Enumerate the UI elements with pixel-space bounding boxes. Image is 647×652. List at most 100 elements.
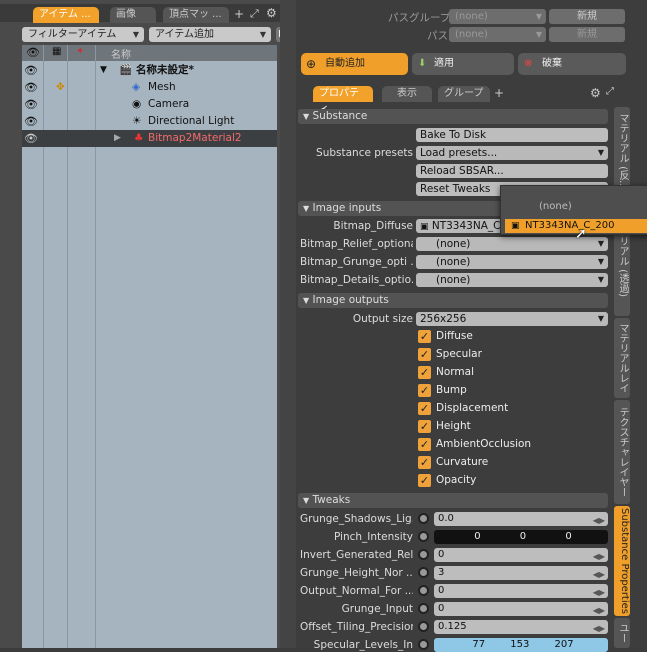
filter-items-combo[interactable]: フィルターアイテム ▼ <box>22 27 144 42</box>
gear-icon[interactable]: ⚙ <box>590 86 601 100</box>
animate-knob-icon[interactable] <box>418 549 429 560</box>
eye-icon[interactable]: 👁 <box>24 62 38 79</box>
tweak-row[interactable]: 0.125 ◀▶ <box>416 620 608 634</box>
pass-group-label: パスグループ <box>388 12 451 24</box>
tweak-row[interactable]: 3 ◀▶ <box>416 566 608 580</box>
panel-divider[interactable] <box>280 0 296 648</box>
add-tab-icon[interactable]: + <box>234 7 244 21</box>
substance-section-header[interactable]: ▼ Substance <box>298 109 608 124</box>
gear-icon[interactable]: ⚙ <box>266 6 277 20</box>
specular-checkbox[interactable]: ✓ <box>418 348 431 361</box>
tweak-value-field[interactable]: 77 153 207 <box>434 638 608 652</box>
animate-knob-icon[interactable] <box>418 531 429 542</box>
pass-select[interactable]: (none) ▼ <box>449 27 546 42</box>
auto-add-button[interactable]: ⊕ 自動追加 <box>301 53 408 75</box>
discard-button[interactable]: ⊗ 破棄 <box>518 53 626 75</box>
bump-checkbox[interactable]: ✓ <box>418 384 431 397</box>
eye-icon[interactable]: 👁 <box>24 113 38 130</box>
animate-knob-icon[interactable] <box>418 567 429 578</box>
animate-knob-icon[interactable] <box>418 621 429 632</box>
tree-row-light[interactable]: 👁 ☀ Directional Light <box>22 113 277 130</box>
apply-button[interactable]: ⬇ 適用 <box>412 53 514 75</box>
animate-knob-icon[interactable] <box>418 513 429 524</box>
tree-row-scene[interactable]: 👁 ▼ 🎬 名称未設定* <box>22 62 277 79</box>
output-label: Normal <box>436 366 474 378</box>
animate-knob-icon[interactable] <box>418 585 429 596</box>
tweak-label: Grunge_Input <box>341 603 413 615</box>
expand-arrow-icon[interactable]: ▼ <box>100 62 107 79</box>
mesh-lock-icon[interactable]: ✥ <box>56 79 65 96</box>
animate-knob-icon[interactable] <box>418 639 429 650</box>
slider-arrows-icon[interactable]: ◀▶ <box>593 550 605 564</box>
tweaks-section-header[interactable]: ▼ Tweaks <box>298 493 608 508</box>
ambient-occlusion-checkbox[interactable]: ✓ <box>418 438 431 451</box>
eye-icon[interactable]: 👁 <box>24 130 38 147</box>
tab-images[interactable]: 画像 <box>110 7 156 23</box>
tweak-row[interactable]: 0 ◀▶ <box>416 548 608 562</box>
slider-arrows-icon[interactable]: ◀▶ <box>593 604 605 618</box>
slider-arrows-icon[interactable]: ◀▶ <box>593 514 605 528</box>
tweak-value-field[interactable]: 0.125 ◀▶ <box>434 620 608 634</box>
eye-icon[interactable]: 👁 <box>24 79 38 96</box>
tweak-value-field[interactable]: 0 ◀▶ <box>434 584 608 598</box>
output-label: AmbientOcclusion <box>436 438 532 450</box>
diffuse-checkbox[interactable]: ✓ <box>418 330 431 343</box>
new-pass-button[interactable]: 新規 <box>549 27 625 42</box>
bake-to-disk-button[interactable]: Bake To Disk <box>416 128 608 142</box>
expand-arrow-icon[interactable]: ▶ <box>114 130 121 147</box>
light-icon: ☀ <box>132 115 142 127</box>
tweak-row[interactable]: 77 153 207 <box>416 638 608 652</box>
normal-checkbox[interactable]: ✓ <box>418 366 431 379</box>
curvature-checkbox[interactable]: ✓ <box>418 456 431 469</box>
tweak-row[interactable]: 0.0 ◀▶ <box>416 512 608 526</box>
expand-icon[interactable]: ⤢ <box>606 86 614 97</box>
output-size-select[interactable]: 256x256 ▼ <box>416 312 608 326</box>
tweak-label: Grunge_Shadows_Lig... <box>300 513 413 525</box>
image-outputs-section-header[interactable]: ▼ Image outputs <box>298 293 608 308</box>
expand-icon[interactable]: ⤢ <box>250 7 259 21</box>
tree-row-camera[interactable]: 👁 ◉ Camera <box>22 96 277 113</box>
tweak-value-field[interactable]: 0 ◀▶ <box>434 548 608 562</box>
animate-knob-icon[interactable] <box>418 603 429 614</box>
name-column-header[interactable]: 名称 <box>111 46 131 61</box>
auto-add-icon: ⊕ <box>306 57 317 71</box>
output-label: Diffuse <box>436 330 473 342</box>
vtab-user[interactable]: ユー <box>614 618 630 648</box>
bitmap-relief-label: Bitmap_Relief_optional <box>300 238 413 250</box>
displacement-checkbox[interactable]: ✓ <box>418 402 431 415</box>
vtab-material-reflection[interactable]: マテリアル (反... <box>614 107 630 195</box>
eye-icon[interactable]: 👁 <box>24 96 38 113</box>
reload-sbsar-button[interactable]: Reload SBSAR... <box>416 164 608 178</box>
tweak-value-field[interactable]: 0 ◀▶ <box>434 602 608 616</box>
bitmap-grunge-select[interactable]: (none) ▼ <box>416 255 608 269</box>
tree-row-bitmap2material[interactable]: 👁 ▶ ♣ Bitmap2Material2 <box>22 130 277 147</box>
slider-arrows-icon[interactable]: ◀▶ <box>593 586 605 600</box>
vtab-substance-properties[interactable]: Substance Properties <box>614 506 630 616</box>
bitmap-details-select[interactable]: (none) ▼ <box>416 273 608 287</box>
height-checkbox[interactable]: ✓ <box>418 420 431 433</box>
new-pass-group-button[interactable]: 新規 <box>549 9 625 24</box>
tweak-value-field[interactable]: 3 ◀▶ <box>434 566 608 580</box>
tweak-row[interactable]: 0 ◀▶ <box>416 584 608 598</box>
tab-groups[interactable]: グループ <box>438 86 490 102</box>
load-presets-select[interactable]: Load presets... ▼ <box>416 146 608 160</box>
tweak-row[interactable]: 0 ◀▶ <box>416 602 608 616</box>
vtab-texture-layer[interactable]: テクスチャレイヤー <box>614 400 630 504</box>
tab-display[interactable]: 表示 <box>382 86 432 102</box>
slider-arrows-icon[interactable]: ◀▶ <box>593 622 605 636</box>
tab-properties[interactable]: プロパティ <box>313 86 373 115</box>
tweak-label: Grunge_Height_Nor ... <box>300 567 413 579</box>
pass-group-select[interactable]: (none) ▼ <box>449 9 546 24</box>
vtab-material-layer[interactable]: マテリアルレイ <box>614 318 630 398</box>
tree-row-mesh[interactable]: 👁 ✥ ◈ Mesh <box>22 79 277 96</box>
add-item-combo[interactable]: アイテム追加 ▼ <box>149 27 271 42</box>
tweak-value-field[interactable]: 0 0 0 <box>434 530 608 544</box>
tab-items[interactable]: アイテム ... <box>33 7 99 23</box>
tab-vertex-maps[interactable]: 頂点マッ ... <box>163 7 229 23</box>
tweak-value-field[interactable]: 0.0 ◀▶ <box>434 512 608 526</box>
dropdown-item-none[interactable]: (none) <box>539 201 572 212</box>
add-tab-icon[interactable]: + <box>494 86 504 100</box>
opacity-checkbox[interactable]: ✓ <box>418 474 431 487</box>
slider-arrows-icon[interactable]: ◀▶ <box>593 568 605 582</box>
tweak-row[interactable]: 0 0 0 <box>416 530 608 544</box>
